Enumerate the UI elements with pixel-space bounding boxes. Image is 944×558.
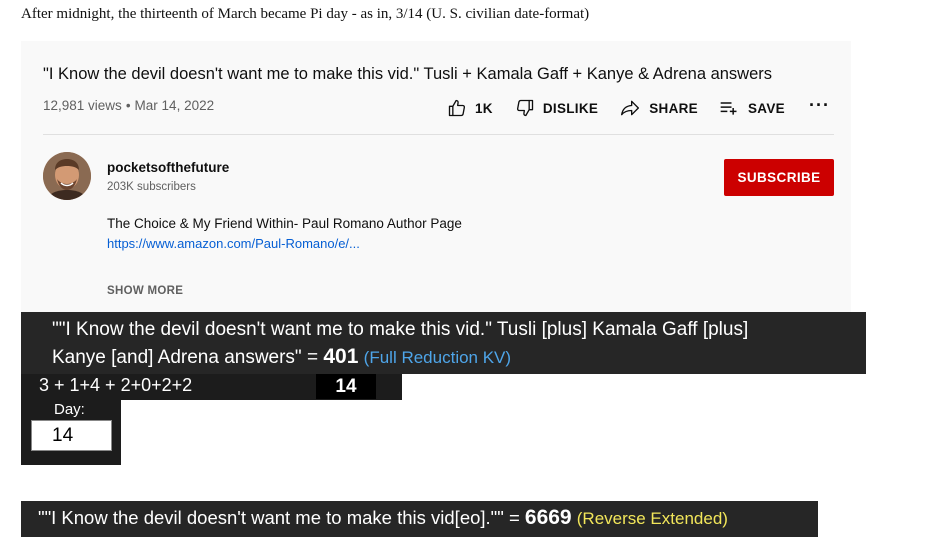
subscriber-count: 203K subscribers bbox=[107, 181, 196, 193]
description-text: The Choice & My Friend Within- Paul Roma… bbox=[107, 216, 462, 231]
view-count: 12,981 views bbox=[43, 98, 122, 113]
upload-date: Mar 14, 2022 bbox=[134, 98, 215, 113]
day-widget: Day: 14 bbox=[21, 400, 121, 465]
page-caption: After midnight, the thirteenth of March … bbox=[21, 6, 590, 22]
gematria-calc-full-reduction: ""I Know the devil doesn't want me to ma… bbox=[21, 312, 866, 374]
channel-name[interactable]: pocketsofthefuture bbox=[107, 160, 229, 175]
like-count: 1K bbox=[475, 100, 493, 116]
calc2-value: 6669 bbox=[524, 506, 572, 529]
date-sum-result: 14 bbox=[316, 374, 376, 399]
video-meta: 12,981 views • Mar 14, 2022 bbox=[43, 98, 214, 113]
divider bbox=[43, 134, 834, 135]
description-link[interactable]: https://www.amazon.com/Paul-Romano/e/... bbox=[107, 236, 360, 251]
day-label: Day: bbox=[54, 401, 85, 418]
thumbs-up-icon bbox=[448, 99, 466, 117]
dislike-label: DISLIKE bbox=[542, 100, 599, 116]
show-more-button[interactable]: SHOW MORE bbox=[107, 285, 183, 297]
calc2-cipher: (Reverse Extended) bbox=[576, 509, 728, 528]
save-button[interactable]: SAVE bbox=[718, 98, 785, 118]
thumbs-down-icon bbox=[516, 99, 534, 117]
gematria-calc-reverse-extended: ""I Know the devil doesn't want me to ma… bbox=[21, 501, 818, 537]
share-button[interactable]: SHARE bbox=[619, 98, 698, 118]
date-sum-expression: 3 + 1+4 + 2+0+2+2 bbox=[39, 375, 193, 395]
subscribe-button[interactable]: SUBSCRIBE bbox=[724, 159, 834, 196]
more-actions-button[interactable]: ··· bbox=[809, 96, 830, 116]
like-button[interactable]: 1K bbox=[447, 98, 493, 118]
calc1-phrase-line2-row: Kanye [and] Adrena answers" = 401 (Full … bbox=[52, 343, 866, 371]
avatar-portrait-icon bbox=[43, 152, 91, 200]
calc1-value: 401 bbox=[323, 345, 359, 368]
meta-separator: • bbox=[125, 98, 131, 113]
save-label: SAVE bbox=[747, 100, 785, 116]
dislike-button[interactable]: DISLIKE bbox=[515, 98, 598, 118]
calc1-cipher: (Full Reduction KV) bbox=[363, 348, 512, 367]
playlist-add-icon bbox=[720, 102, 737, 115]
calc1-phrase-line1: ""I Know the devil doesn't want me to ma… bbox=[52, 319, 749, 340]
day-value-field: 14 bbox=[31, 420, 112, 451]
calc1-phrase-line2: Kanye [and] Adrena answers" = bbox=[52, 347, 324, 368]
video-title: "I Know the devil doesn't want me to mak… bbox=[43, 65, 773, 83]
channel-avatar[interactable] bbox=[43, 152, 91, 200]
youtube-video-card: "I Know the devil doesn't want me to mak… bbox=[21, 41, 851, 313]
share-arrow-icon bbox=[621, 100, 640, 116]
date-sum-row: 3 + 1+4 + 2+0+2+2 14 bbox=[21, 374, 402, 400]
calc2-phrase: ""I Know the devil doesn't want me to ma… bbox=[38, 507, 525, 528]
share-label: SHARE bbox=[649, 100, 698, 116]
action-bar: 1K DISLIKE SHARE SAVE ··· bbox=[447, 96, 830, 118]
